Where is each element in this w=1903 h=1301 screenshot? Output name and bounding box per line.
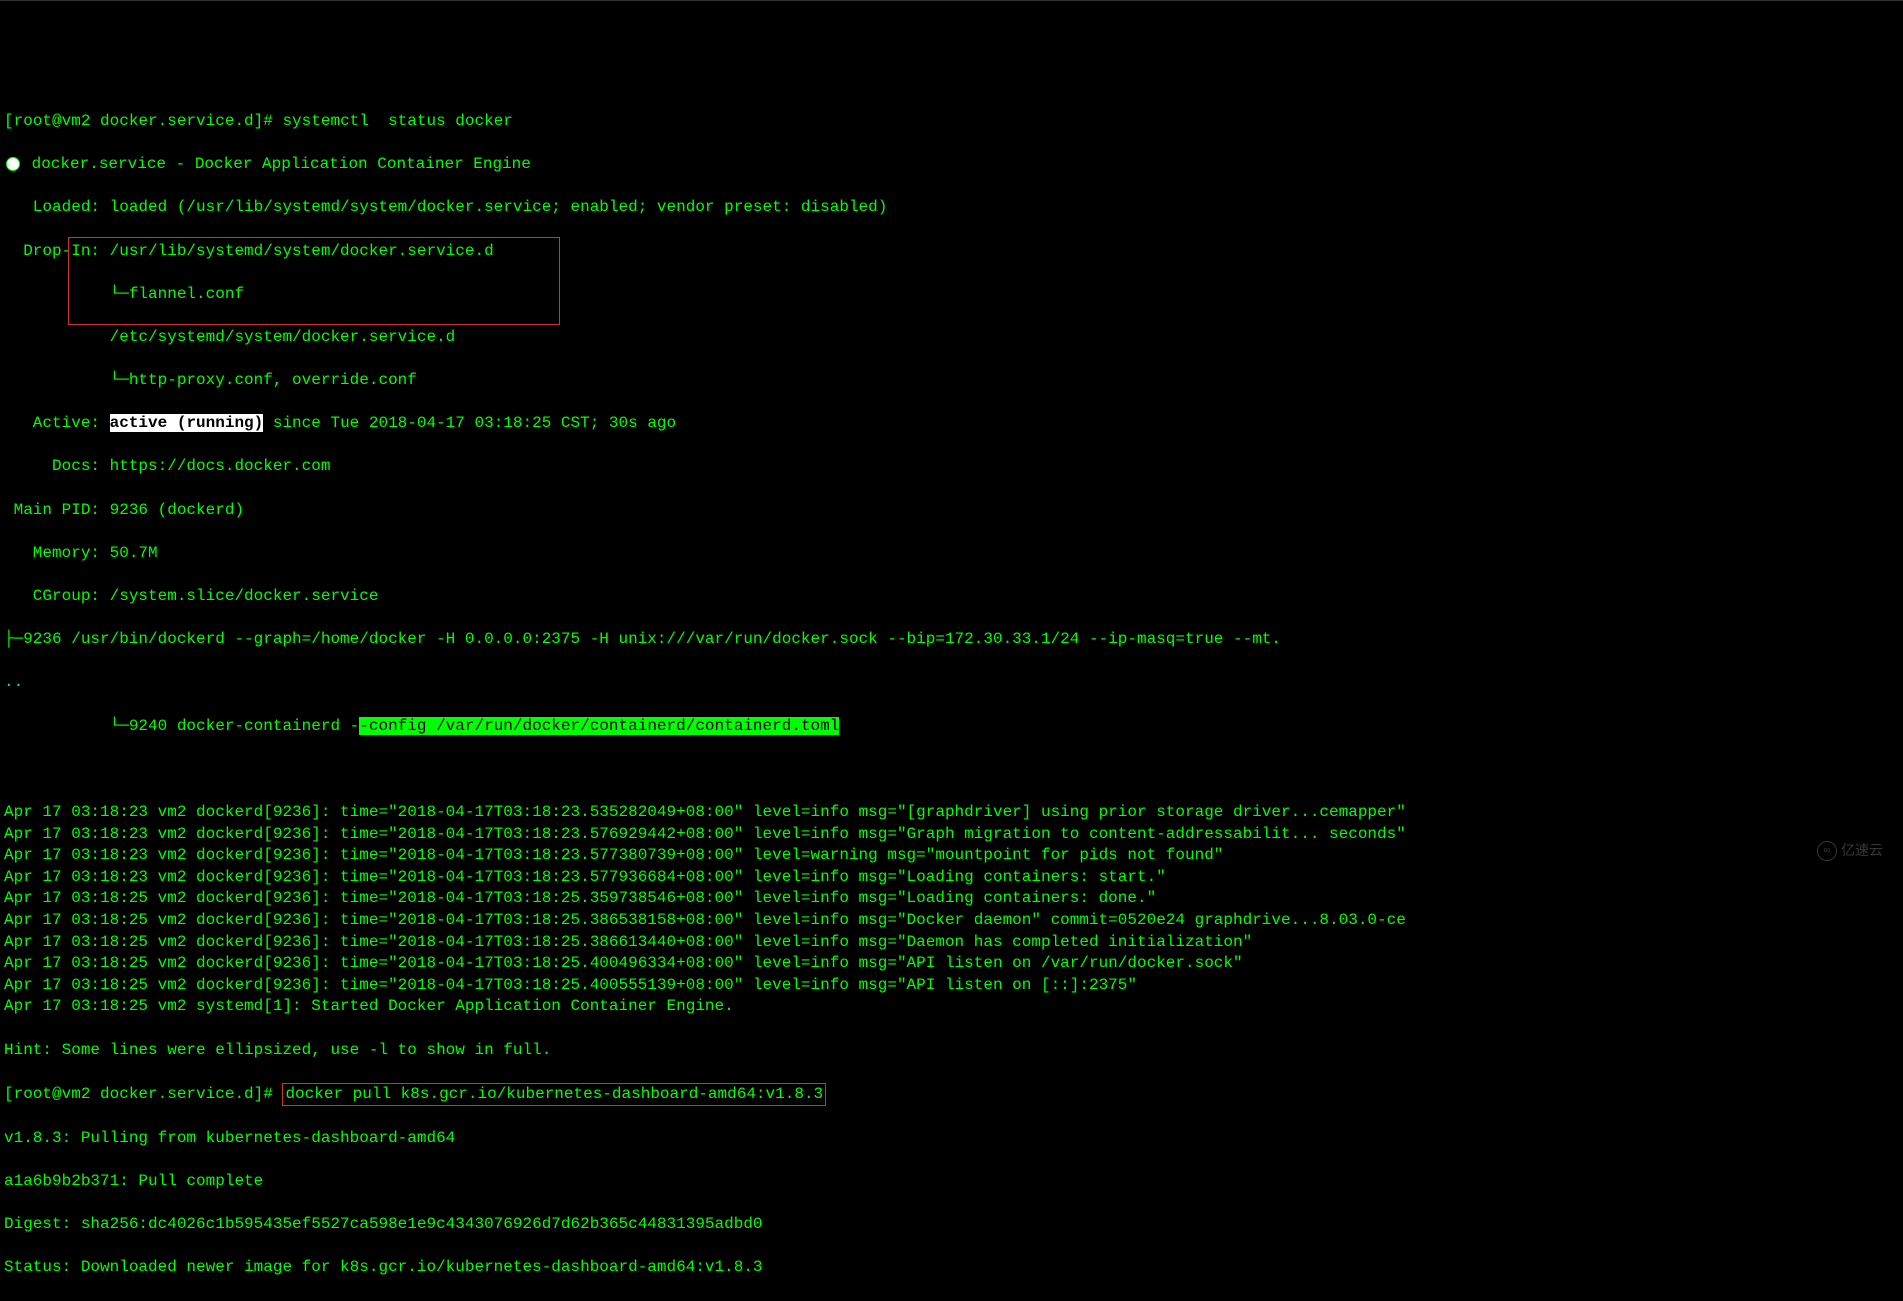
- pull-output-1: v1.8.3: Pulling from kubernetes-dashboar…: [4, 1128, 1899, 1150]
- cgroup-proc-1: ├─9236 /usr/bin/dockerd --graph=/home/do…: [4, 629, 1899, 651]
- log-line: Apr 17 03:18:23 vm2 dockerd[9236]: time=…: [4, 845, 1899, 867]
- active-label: Active:: [4, 414, 110, 432]
- pull-output-2: a1a6b9b2b371: Pull complete: [4, 1171, 1899, 1193]
- log-line: Apr 17 03:18:23 vm2 dockerd[9236]: time=…: [4, 867, 1899, 889]
- log-line: Apr 17 03:18:25 vm2 dockerd[9236]: time=…: [4, 910, 1899, 932]
- log-line: Apr 17 03:18:23 vm2 dockerd[9236]: time=…: [4, 802, 1899, 824]
- watermark-icon: ∞: [1817, 841, 1837, 861]
- highlight-box-cmd: docker pull k8s.gcr.io/kubernetes-dashbo…: [282, 1083, 826, 1107]
- pull-output-4: Status: Downloaded newer image for k8s.g…: [4, 1257, 1899, 1279]
- dropin-conf-2: └─http-proxy.conf, override.conf: [4, 370, 1899, 392]
- log-line: Apr 17 03:18:25 vm2 dockerd[9236]: time=…: [4, 888, 1899, 910]
- log-line: Apr 17 03:18:25 vm2 systemd[1]: Started …: [4, 996, 1899, 1018]
- containerd-config-highlight: -config /var/run/docker/containerd/conta…: [359, 717, 839, 735]
- cgroup-line: CGroup: /system.slice/docker.service: [4, 586, 1899, 608]
- mainpid-line: Main PID: 9236 (dockerd): [4, 500, 1899, 522]
- terminal-window[interactable]: [root@vm2 docker.service.d]# systemctl s…: [4, 89, 1899, 955]
- command-text: docker pull k8s.gcr.io/kubernetes-dashbo…: [285, 1085, 823, 1103]
- prompt-line-2: [root@vm2 docker.service.d]# docker pull…: [4, 1083, 1899, 1107]
- log-line: Apr 17 03:18:25 vm2 dockerd[9236]: time=…: [4, 932, 1899, 954]
- docs-line: Docs: https://docs.docker.com: [4, 456, 1899, 478]
- cgroup-proc-2-prefix: └─9240 docker-containerd -: [4, 717, 359, 735]
- dropin-block: Drop-In: /usr/lib/systemd/system/docker.…: [4, 241, 1899, 392]
- prompt-line-1: [root@vm2 docker.service.d]# systemctl s…: [4, 111, 1899, 133]
- active-since: since Tue 2018-04-17 03:18:25 CST; 30s a…: [263, 414, 676, 432]
- status-dot-icon: [6, 157, 20, 171]
- loaded-line: Loaded: loaded (/usr/lib/systemd/system/…: [4, 197, 1899, 219]
- log-line: Apr 17 03:18:23 vm2 dockerd[9236]: time=…: [4, 824, 1899, 846]
- active-status: active (running): [110, 414, 264, 432]
- pull-output-3: Digest: sha256:dc4026c1b595435ef5527ca59…: [4, 1214, 1899, 1236]
- watermark-text: 亿速云: [1841, 842, 1883, 858]
- log-line: Apr 17 03:18:25 vm2 dockerd[9236]: time=…: [4, 975, 1899, 997]
- log-line: Apr 17 03:18:25 vm2 dockerd[9236]: time=…: [4, 953, 1899, 975]
- highlight-box-dropin: [68, 237, 560, 325]
- command-text: systemctl status docker: [282, 112, 512, 130]
- watermark: ∞亿速云: [1817, 841, 1883, 861]
- log-output: Apr 17 03:18:23 vm2 dockerd[9236]: time=…: [4, 802, 1899, 1018]
- memory-line: Memory: 50.7M: [4, 543, 1899, 565]
- active-line: Active: active (running) since Tue 2018-…: [4, 413, 1899, 435]
- cgroup-dots: ..: [4, 672, 1899, 694]
- hint-line: Hint: Some lines were ellipsized, use -l…: [4, 1040, 1899, 1062]
- service-header: docker.service - Docker Application Cont…: [4, 154, 1899, 176]
- blank-line: [4, 759, 1899, 781]
- shell-prompt: [root@vm2 docker.service.d]#: [4, 1085, 282, 1103]
- service-title: docker.service - Docker Application Cont…: [22, 155, 531, 173]
- cgroup-proc-2: └─9240 docker-containerd --config /var/r…: [4, 716, 1899, 738]
- shell-prompt: [root@vm2 docker.service.d]#: [4, 112, 282, 130]
- dropin-path-2: /etc/systemd/system/docker.service.d: [4, 327, 1899, 349]
